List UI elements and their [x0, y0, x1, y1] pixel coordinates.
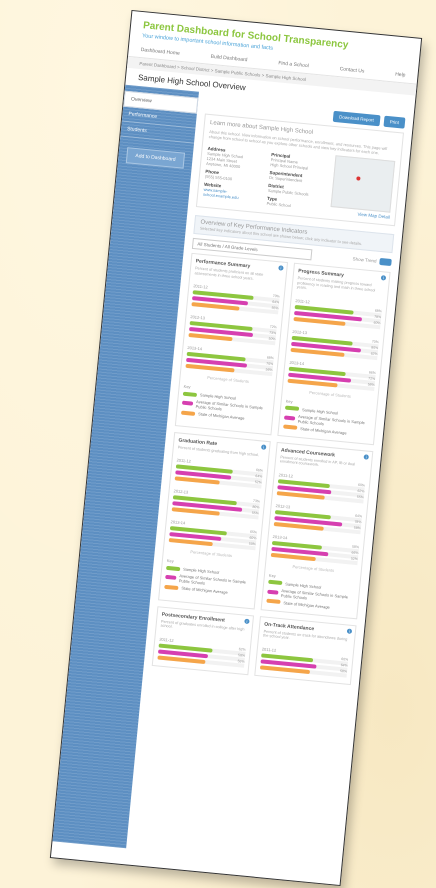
nav-help[interactable]: Help — [395, 72, 406, 79]
bar-value-label: 58% — [237, 652, 246, 658]
bar-value-label: 52% — [254, 479, 262, 485]
trend-toggle-label: Show Trend — [352, 256, 377, 264]
bar-value-label: 68% — [266, 355, 274, 361]
bar-value-label: 60% — [249, 535, 257, 541]
bar-value-label: 64% — [271, 299, 280, 305]
bar-value-label: 80% — [252, 504, 260, 510]
bar-value-label: 65% — [249, 529, 258, 535]
legend-swatch — [166, 565, 181, 571]
bar-value-label: 62% — [357, 488, 365, 494]
bar-value-label: 58% — [353, 525, 362, 530]
info-icon[interactable]: i — [244, 618, 250, 624]
info-icon[interactable]: i — [346, 627, 353, 634]
bar-value-label: 50% — [268, 336, 276, 342]
indicator-card[interactable]: i Advanced Coursework Percent of students … — [260, 441, 374, 619]
bar-value-label: 66% — [351, 550, 359, 555]
bar-value-label: 55% — [251, 510, 260, 516]
indicator-card[interactable]: i On-Track Attendance Percent of students … — [254, 615, 357, 685]
bar-value-label: 70% — [371, 339, 380, 344]
legend-swatch — [181, 400, 194, 406]
bar-value-label: 80% — [371, 345, 379, 350]
bar-value-label: 64% — [255, 473, 263, 479]
print-button[interactable]: Print — [383, 115, 406, 129]
year-group: 2011-12 66% 64% 52% — [174, 457, 264, 489]
nav-dashboard-home[interactable]: Dashboard Home — [140, 47, 180, 57]
toggle-switch-icon[interactable] — [379, 257, 392, 267]
bar-value-label: 70% — [266, 361, 274, 367]
bar-value-label: 64% — [354, 513, 363, 518]
indicator-card[interactable]: i Progress Summary Percent of students mak… — [277, 262, 391, 445]
year-group: 2011-12 60% 62% 55% — [276, 472, 366, 503]
legend-swatch — [266, 598, 281, 604]
school-map[interactable] — [330, 155, 396, 213]
nav-build-dashboard[interactable]: Build Dashboard — [210, 54, 247, 64]
info-icon[interactable]: i — [261, 443, 267, 450]
nav-contact[interactable]: Contact Us — [339, 66, 364, 74]
indicator-cards: i Performance Summary Percent of students … — [151, 252, 391, 685]
bar-value-label: 58% — [351, 544, 360, 549]
school-info-panel: Learn more about Sample High School Abou… — [195, 113, 404, 227]
bar-value-label: 73% — [269, 330, 277, 336]
year-group: 2013-14 58% 66% 52% — [270, 533, 360, 565]
bar-value-label: 55% — [237, 658, 245, 664]
legend: Key Sample High School Average of Similar … — [180, 384, 271, 423]
year-group: 2011-12 62% 58% 55% — [157, 636, 246, 668]
bar-value-label: 72% — [269, 324, 277, 330]
bar-value-label: 60% — [373, 320, 381, 325]
legend-swatch — [283, 424, 298, 430]
legend-swatch — [165, 574, 177, 580]
legend-swatch — [284, 414, 296, 421]
year-group: 2012-13 72% 73% 50% — [188, 314, 277, 346]
bar-value-label: 66% — [255, 468, 264, 473]
year-group: 2013-14 65% 60% 50% — [168, 519, 258, 551]
year-group: 2011-12 68% 78% 60% — [293, 298, 382, 329]
year-group: 2012-13 70% 80% 62% — [290, 328, 380, 360]
download-report-button[interactable]: Download Report — [332, 110, 381, 127]
bar-value-label: 64% — [340, 662, 348, 668]
bar-value-label: 55% — [356, 494, 365, 499]
indicator-card[interactable]: i Performance Summary Percent of students … — [174, 252, 289, 435]
trend-toggle[interactable]: Show Trend — [352, 255, 392, 267]
legend-swatch — [182, 391, 198, 397]
year-group: 2012-13 64% 78% 58% — [273, 503, 363, 534]
bar-value-label: 72% — [368, 375, 376, 381]
bar-value-label: 66% — [368, 369, 377, 375]
legend-swatch — [267, 589, 279, 595]
indicator-card[interactable]: i Postsecondary Enrollment Percent of grad… — [151, 605, 255, 675]
bar-value-label: 50% — [248, 541, 257, 547]
legend-swatch — [180, 410, 196, 416]
year-group: 2011-12 70% 64% 55% — [191, 283, 280, 315]
indicator-card[interactable]: i Graduation Rate Percent of students grad… — [158, 431, 271, 610]
bar-value-label: 52% — [350, 556, 359, 561]
bar-value-label: 78% — [374, 314, 382, 319]
year-group: 2013-14 68% 70% 56% — [185, 345, 274, 377]
legend-swatch — [164, 584, 179, 590]
info-icon[interactable]: i — [363, 453, 370, 460]
bar-value-label: 68% — [374, 308, 383, 313]
bar-value-label: 58% — [339, 668, 348, 674]
bar-value-label: 78% — [354, 519, 362, 524]
bar-value-label: 55% — [271, 305, 279, 311]
legend-swatch — [284, 405, 300, 411]
bar-value-label: 62% — [238, 646, 246, 652]
bar-value-label: 60% — [357, 482, 366, 488]
legend-swatch — [268, 579, 283, 586]
info-icon[interactable]: i — [380, 275, 387, 281]
bar-value-label: 56% — [265, 367, 273, 373]
bar-value-label: 62% — [370, 350, 378, 356]
legend: Key Sample High School Average of Similar … — [266, 572, 356, 611]
bar-value-label: 58% — [367, 381, 375, 387]
info-icon[interactable]: i — [278, 265, 284, 271]
add-to-dashboard-button[interactable]: Add to Dashboard — [125, 147, 186, 169]
bar-value-label: 60% — [341, 656, 349, 662]
bar-value-label: 70% — [272, 293, 280, 299]
map-pin-icon — [356, 176, 361, 181]
year-group: 2012-13 73% 80% 55% — [171, 488, 261, 520]
legend: Key Sample High School Average of Similar … — [283, 398, 373, 437]
legend: Key Sample High School Average of Similar … — [164, 558, 254, 597]
year-group: 2011-12 60% 64% 58% — [259, 646, 349, 678]
bar-value-label: 73% — [252, 498, 261, 504]
nav-find-school[interactable]: Find a School — [278, 60, 309, 69]
year-group: 2013-14 66% 72% 58% — [287, 359, 377, 391]
